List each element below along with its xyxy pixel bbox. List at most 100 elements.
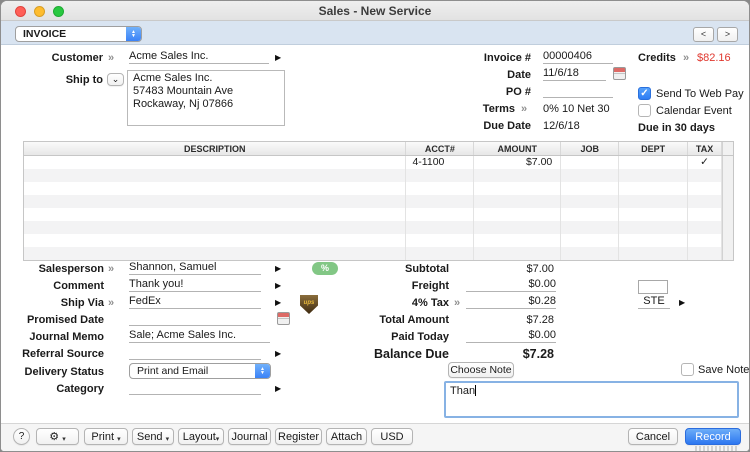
- ship-via-zoom-chevron[interactable]: »: [108, 297, 114, 309]
- print-button[interactable]: Print ▾: [84, 428, 128, 445]
- invoice-number-field[interactable]: 00000406: [543, 50, 613, 64]
- commission-percent-icon[interactable]: %: [312, 262, 338, 275]
- col-job[interactable]: JOB: [561, 142, 620, 155]
- journal-button[interactable]: Journal: [228, 428, 271, 445]
- referral-source-field[interactable]: [129, 346, 261, 360]
- credits-zoom-chevron[interactable]: »: [683, 52, 689, 64]
- ship-via-field[interactable]: FedEx: [129, 295, 261, 309]
- ship-to-address[interactable]: Acme Sales Inc. 57483 Mountain Ave Rocka…: [127, 70, 285, 126]
- invoice-type-value: INVOICE: [23, 28, 67, 40]
- cell-tax-check[interactable]: ✓: [688, 156, 723, 169]
- table-row[interactable]: 4-1100 $7.00 ✓: [24, 156, 734, 169]
- save-note-checkbox[interactable]: [681, 363, 694, 376]
- customer-detail-arrow-icon[interactable]: ▶: [275, 53, 281, 62]
- cell-amount[interactable]: $7.00: [474, 156, 562, 169]
- calendar-event-checkbox[interactable]: [638, 104, 651, 117]
- category-detail-arrow-icon[interactable]: ▶: [275, 384, 281, 393]
- send-web-pay-label: Send To Web Pay: [656, 88, 744, 100]
- calendar-icon[interactable]: [613, 67, 626, 80]
- balance-due-value: $7.28: [522, 347, 554, 361]
- po-number-field[interactable]: [543, 84, 613, 98]
- paid-today-field[interactable]: $0.00: [466, 329, 556, 343]
- gear-icon: ⚙: [49, 431, 60, 443]
- col-description[interactable]: DESCRIPTION: [24, 142, 407, 155]
- table-scrollbar[interactable]: [722, 156, 734, 169]
- cell-dept[interactable]: [619, 156, 689, 169]
- freight-field[interactable]: $0.00: [466, 278, 556, 292]
- cell-acct[interactable]: 4-1100: [406, 156, 475, 169]
- category-field[interactable]: [129, 381, 261, 395]
- ship-to-dropdown-button[interactable]: ⌄: [107, 73, 124, 86]
- select-stepper-icon: ▲ ▼: [126, 27, 141, 41]
- record-button[interactable]: Record: [685, 428, 741, 445]
- promised-date-label: Promised Date: [26, 314, 104, 326]
- table-row[interactable]: [24, 195, 734, 208]
- ship-via-detail-arrow-icon[interactable]: ▶: [275, 298, 281, 307]
- table-scrollbar[interactable]: [722, 234, 734, 247]
- table-row[interactable]: [24, 234, 734, 247]
- customer-field[interactable]: Acme Sales Inc.: [129, 50, 269, 64]
- next-record-button[interactable]: >: [717, 27, 738, 42]
- attach-button[interactable]: Attach: [326, 428, 367, 445]
- save-note-label: Save Note: [698, 364, 750, 376]
- table-row[interactable]: [24, 182, 734, 195]
- journal-memo-label: Journal Memo: [29, 331, 104, 343]
- salesperson-field[interactable]: Shannon, Samuel: [129, 261, 261, 275]
- table-row[interactable]: [24, 208, 734, 221]
- date-field[interactable]: 11/6/18: [543, 67, 606, 81]
- col-tax[interactable]: TAX: [688, 142, 723, 155]
- choose-note-button[interactable]: Choose Note: [448, 362, 514, 378]
- help-button[interactable]: ?: [13, 428, 30, 445]
- ship-to-label: Ship to: [65, 74, 103, 86]
- tax-code-field[interactable]: STE: [638, 295, 670, 309]
- comment-detail-arrow-icon[interactable]: ▶: [275, 281, 281, 290]
- promised-date-field[interactable]: [129, 312, 261, 326]
- credits-label: Credits: [638, 52, 676, 64]
- terms-zoom-chevron[interactable]: »: [521, 103, 527, 115]
- due-date-label: Due Date: [483, 120, 531, 132]
- layout-button[interactable]: Layout▾: [178, 428, 224, 445]
- col-dept[interactable]: DEPT: [619, 142, 689, 155]
- prev-record-button[interactable]: <: [693, 27, 714, 42]
- tax-field[interactable]: $0.28: [466, 295, 556, 309]
- col-acct[interactable]: ACCT#: [406, 142, 475, 155]
- table-scrollbar[interactable]: [722, 182, 734, 195]
- col-amount[interactable]: AMOUNT: [474, 142, 562, 155]
- promised-date-calendar-icon[interactable]: [277, 312, 290, 325]
- delivery-status-value: Print and Email: [137, 365, 209, 377]
- comment-field[interactable]: Thank you!: [129, 278, 261, 292]
- sales-window: Sales - New Service INVOICE ▲ ▼ < > Custo…: [0, 0, 750, 452]
- journal-memo-field[interactable]: Sale; Acme Sales Inc.: [129, 329, 270, 343]
- tax-code-box[interactable]: [638, 280, 668, 294]
- text-cursor: [475, 385, 477, 396]
- customer-zoom-chevron[interactable]: »: [108, 52, 114, 64]
- referral-detail-arrow-icon[interactable]: ▶: [275, 349, 281, 358]
- table-scrollbar[interactable]: [722, 208, 734, 221]
- journal-memo-value: Sale; Acme Sales Inc.: [129, 329, 236, 341]
- currency-button[interactable]: USD: [371, 428, 413, 445]
- send-web-pay-checkbox[interactable]: ✓: [638, 87, 651, 100]
- tax-code-arrow-icon[interactable]: ▶: [679, 298, 685, 307]
- note-textarea[interactable]: Than: [444, 381, 739, 418]
- date-value: 11/6/18: [543, 67, 579, 79]
- table-row[interactable]: [24, 169, 734, 182]
- register-button[interactable]: Register: [275, 428, 322, 445]
- cancel-button[interactable]: Cancel: [628, 428, 678, 445]
- cell-description[interactable]: [24, 156, 407, 169]
- delivery-status-select[interactable]: Print and Email ▲ ▼: [129, 363, 271, 379]
- salesperson-zoom-chevron[interactable]: »: [108, 263, 114, 275]
- table-row[interactable]: [24, 247, 734, 260]
- table-scrollbar[interactable]: [722, 221, 734, 234]
- settings-button[interactable]: ⚙ ▾: [36, 428, 79, 445]
- table-row[interactable]: [24, 221, 734, 234]
- send-button[interactable]: Send ▾: [132, 428, 174, 445]
- invoice-type-select[interactable]: INVOICE ▲ ▼: [15, 26, 142, 42]
- tax-zoom-chevron[interactable]: »: [454, 297, 460, 309]
- salesperson-detail-arrow-icon[interactable]: ▶: [275, 264, 281, 273]
- cell-job[interactable]: [561, 156, 620, 169]
- table-scrollbar[interactable]: [722, 195, 734, 208]
- caret-down-icon: ▾: [62, 436, 66, 443]
- total-amount-label: Total Amount: [379, 314, 449, 326]
- table-scrollbar[interactable]: [722, 247, 734, 260]
- table-scrollbar[interactable]: [722, 169, 734, 182]
